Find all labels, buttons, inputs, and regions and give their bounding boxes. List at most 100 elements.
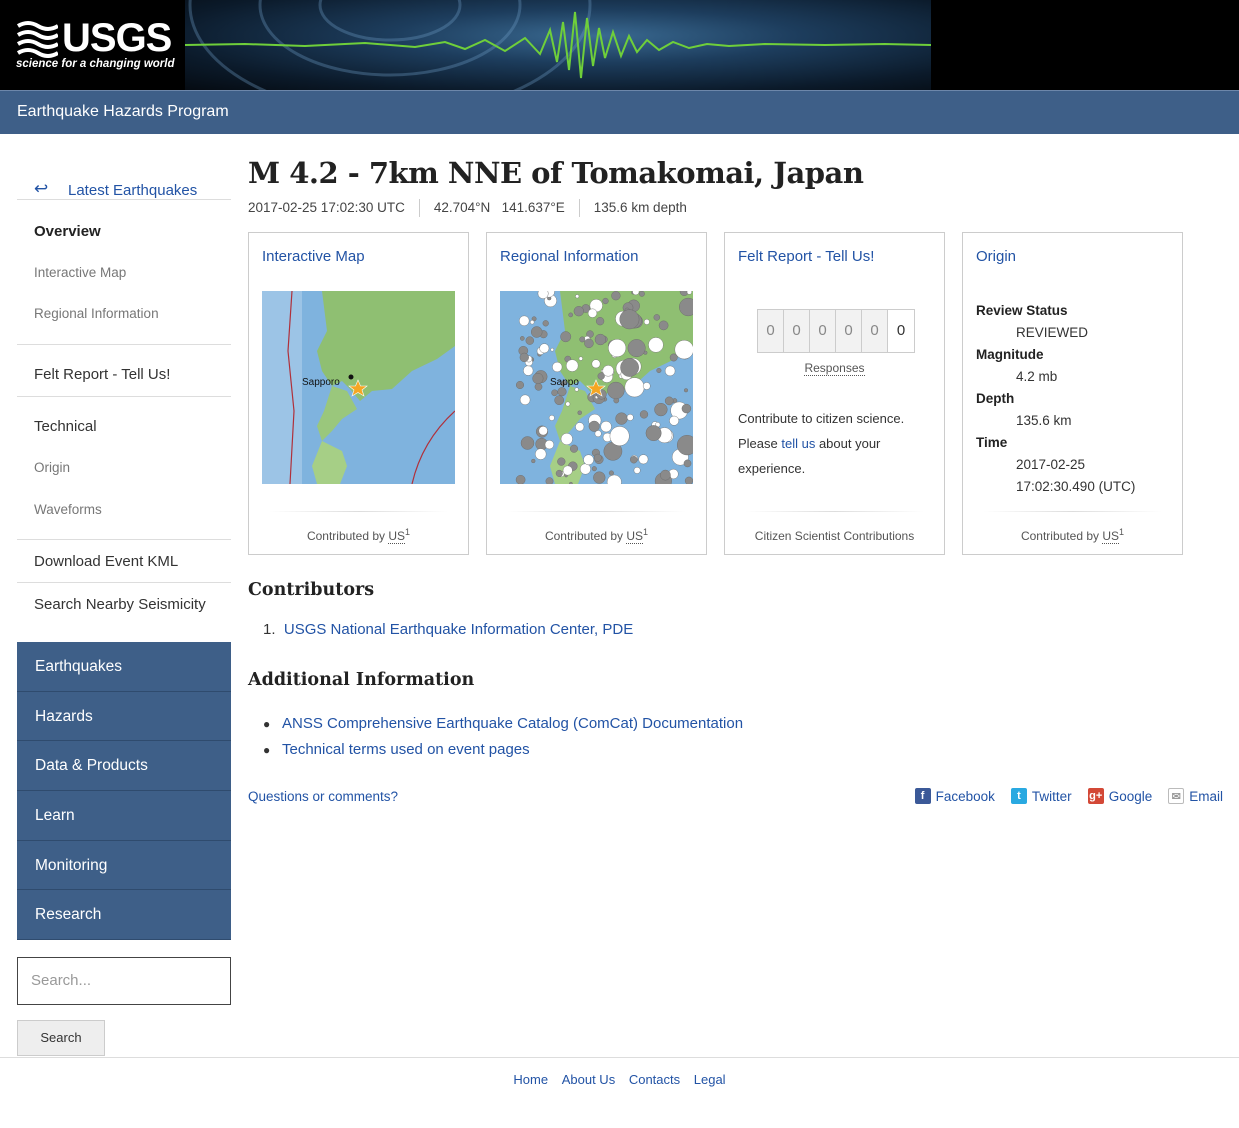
regional-information-card: Regional Information Sappo Contributed b… xyxy=(486,232,707,555)
source-abbr: US xyxy=(388,529,406,544)
sidebar-item-search-nearby[interactable]: Search Nearby Seismicity xyxy=(34,596,206,613)
technical-terms-link[interactable]: Technical terms used on event pages xyxy=(282,741,530,758)
nav-monitoring[interactable]: Monitoring xyxy=(17,840,231,891)
regional-information-card-link[interactable]: Regional Information xyxy=(500,248,638,265)
sidebar-item-origin[interactable]: Origin xyxy=(34,460,70,475)
usgs-logo[interactable]: USGS science for a changing world xyxy=(16,14,175,76)
share-google[interactable]: g+ Google xyxy=(1087,788,1153,804)
interactive-map-card-link[interactable]: Interactive Map xyxy=(262,248,365,265)
tell-us-link[interactable]: tell us xyxy=(781,436,815,451)
share-links: f Facebook t Twitter g+ Google ✉ Email xyxy=(914,788,1223,804)
map-city-label: Sapporo xyxy=(302,377,340,388)
review-status-value: REVIEWED xyxy=(1016,325,1089,340)
contributed-by-label: Contributed by xyxy=(1020,529,1099,543)
sidebar-item-overview[interactable]: Overview xyxy=(34,223,101,240)
nav-learn[interactable]: Learn xyxy=(17,791,231,841)
latest-earthquakes-link[interactable]: Latest Earthquakes xyxy=(68,182,197,199)
sidebar-divider xyxy=(17,344,231,345)
twitter-link[interactable]: Twitter xyxy=(1032,789,1072,804)
email-icon: ✉ xyxy=(1168,788,1185,804)
sidebar-item-interactive-map[interactable]: Interactive Map xyxy=(34,265,126,280)
sidebar-item-waveforms[interactable]: Waveforms xyxy=(34,502,102,517)
counter-digit: 0 xyxy=(862,310,888,352)
card-divider xyxy=(507,511,686,512)
footer-contacts-link[interactable]: Contacts xyxy=(629,1072,680,1087)
contributor-number: 1. xyxy=(263,621,276,638)
counter-digit: 0 xyxy=(836,310,862,352)
footer-about-us-link[interactable]: About Us xyxy=(562,1072,615,1087)
sidebar-item-felt-report[interactable]: Felt Report - Tell Us! xyxy=(34,366,170,383)
site-search-button[interactable]: Search xyxy=(17,1020,105,1056)
list-item: ● Technical terms used on event pages xyxy=(263,737,743,763)
event-depth: 135.6 km depth xyxy=(578,199,701,217)
counter-digit: 0 xyxy=(784,310,810,352)
felt-report-card-link[interactable]: Felt Report - Tell Us! xyxy=(738,248,874,265)
regional-card-footer: Contributed by US1 xyxy=(487,527,706,544)
time-date-value: 2017-02-25 xyxy=(1016,457,1086,472)
logo-tagline: science for a changing world xyxy=(16,58,175,70)
latest-earthquakes-back[interactable]: ↩ Latest Earthquakes xyxy=(17,154,231,200)
program-title-link[interactable]: Earthquake Hazards Program xyxy=(17,103,229,121)
sidebar-divider xyxy=(17,539,231,540)
interactive-map-thumbnail[interactable]: Sapporo xyxy=(262,291,455,484)
additional-information-heading: Additional Information xyxy=(248,670,475,690)
source-number: 1 xyxy=(405,527,411,537)
list-item: ● ANSS Comprehensive Earthquake Catalog (… xyxy=(263,711,743,737)
review-status-label: Review Status xyxy=(976,303,1068,318)
depth-label: Depth xyxy=(976,391,1015,406)
origin-card-footer: Contributed by US1 xyxy=(963,527,1182,544)
origin-card-link[interactable]: Origin xyxy=(976,248,1016,265)
facebook-icon: f xyxy=(914,788,931,804)
nav-earthquakes[interactable]: Earthquakes xyxy=(17,642,231,692)
share-email[interactable]: ✉ Email xyxy=(1168,788,1223,804)
source-number: 1 xyxy=(643,527,649,537)
site-search-input[interactable]: Search... xyxy=(17,957,231,1005)
sidebar-item-regional-information[interactable]: Regional Information xyxy=(34,306,159,321)
counter-digit: 0 xyxy=(758,310,784,352)
interactive-map-card: Interactive Map Sapporo Contributed by U… xyxy=(248,232,469,555)
sidebar-item-download-kml[interactable]: Download Event KML xyxy=(34,553,178,570)
card-divider xyxy=(983,511,1162,512)
felt-card-footer: Citizen Scientist Contributions xyxy=(754,529,915,543)
nav-data-products[interactable]: Data & Products xyxy=(17,741,231,792)
regional-city-label: Sappo xyxy=(550,377,579,388)
card-divider xyxy=(745,511,924,512)
footer-legal-link[interactable]: Legal xyxy=(694,1072,726,1087)
share-facebook[interactable]: f Facebook xyxy=(914,788,995,804)
nav-hazards[interactable]: Hazards xyxy=(17,691,231,742)
share-twitter[interactable]: t Twitter xyxy=(1010,788,1072,804)
facebook-link[interactable]: Facebook xyxy=(936,789,995,804)
magnitude-label: Magnitude xyxy=(976,347,1044,362)
regional-map-thumbnail[interactable]: Sappo xyxy=(500,291,693,484)
source-abbr: US xyxy=(626,529,644,544)
usgs-wave-icon xyxy=(16,21,58,58)
event-latitude: 42.704°N xyxy=(433,200,491,215)
bullet-icon: ● xyxy=(263,717,271,731)
questions-comments-link[interactable]: Questions or comments? xyxy=(248,789,398,804)
email-link[interactable]: Email xyxy=(1189,789,1223,804)
google-link[interactable]: Google xyxy=(1109,789,1153,804)
contributors-list: 1. USGS National Earthquake Information … xyxy=(263,621,633,638)
magnitude-value: 4.2 mb xyxy=(1016,369,1058,384)
event-location: 42.704°N 141.637°E xyxy=(418,199,579,217)
page-title: M 4.2 - 7km NNE of Tomakomai, Japan xyxy=(248,156,864,190)
twitter-icon: t xyxy=(1010,788,1027,804)
depth-value: 135.6 km xyxy=(1016,413,1072,428)
counter-digit: 0 xyxy=(888,310,914,352)
seismogram-banner-art xyxy=(185,0,931,90)
source-abbr: US xyxy=(1102,529,1120,544)
footer-home-link[interactable]: Home xyxy=(513,1072,548,1087)
sidebar-divider xyxy=(17,396,231,397)
time-label: Time xyxy=(976,435,1008,450)
bullet-icon: ● xyxy=(263,743,271,757)
contributor-link[interactable]: USGS National Earthquake Information Cen… xyxy=(284,621,633,638)
nav-research[interactable]: Research xyxy=(17,890,231,941)
time-clock-value: 17:02:30.490 (UTC) xyxy=(1016,479,1136,494)
additional-information-list: ● ANSS Comprehensive Earthquake Catalog (… xyxy=(263,711,743,763)
contributed-by-label: Contributed by xyxy=(544,529,623,543)
site-navigation: Earthquakes Hazards Data & Products Lear… xyxy=(17,642,231,941)
google-plus-icon: g+ xyxy=(1087,788,1104,804)
origin-details: Review Status REVIEWED Magnitude 4.2 mb … xyxy=(976,300,1135,498)
sidebar-item-technical[interactable]: Technical xyxy=(34,418,97,435)
comcat-documentation-link[interactable]: ANSS Comprehensive Earthquake Catalog (C… xyxy=(282,715,743,732)
